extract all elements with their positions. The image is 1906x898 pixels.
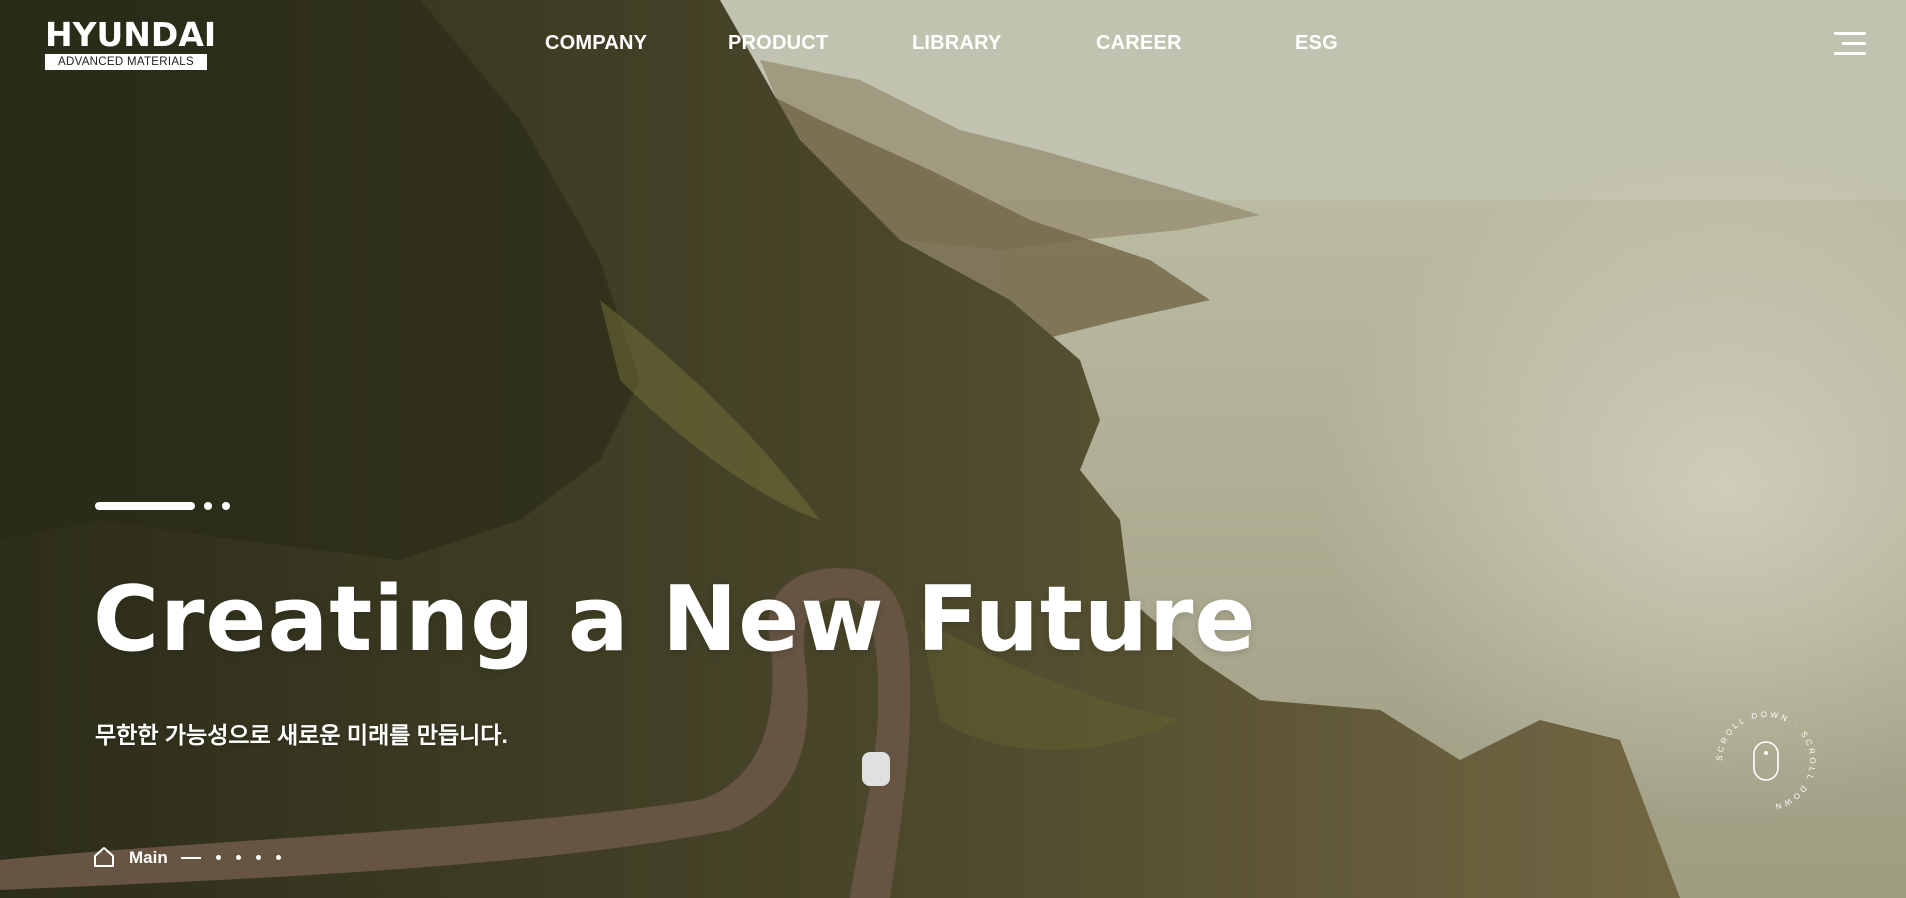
nav-item-esg[interactable]: ESG: [1295, 32, 1338, 55]
company-logo[interactable]: HYUNDAI ADVANCED MATERIALS: [45, 15, 217, 70]
section-dot[interactable]: [216, 855, 221, 860]
slide-indicator-active[interactable]: [95, 502, 195, 510]
section-dot[interactable]: [256, 855, 261, 860]
mouse-icon: [1753, 741, 1779, 781]
nav-item-career[interactable]: CAREER: [1096, 32, 1182, 55]
home-icon[interactable]: [93, 846, 115, 868]
section-dot[interactable]: [236, 855, 241, 860]
hero-headline: Creating a New Future: [93, 567, 1257, 672]
nav-item-company[interactable]: COMPANY: [545, 32, 647, 55]
scroll-down-indicator[interactable]: SCROLL DOWN · SCROLL DOWN: [1711, 706, 1821, 816]
hero-subtitle: 무한한 가능성으로 새로운 미래를 만듭니다.: [95, 722, 508, 748]
slide-indicator-dot[interactable]: [222, 502, 230, 510]
section-dot[interactable]: [276, 855, 281, 860]
nav-item-library[interactable]: LIBRARY: [912, 32, 1002, 55]
slide-indicator-dot[interactable]: [204, 502, 212, 510]
logo-subtitle: ADVANCED MATERIALS: [45, 54, 207, 70]
section-active-line: [181, 857, 201, 859]
nav-item-product[interactable]: PRODUCT: [728, 32, 828, 55]
hero-background-image: [0, 0, 1906, 898]
scroll-down-text: SCROLL DOWN · SCROLL DOWN: [1715, 710, 1817, 812]
logo-wordmark: HYUNDAI: [45, 15, 217, 54]
hero-section: HYUNDAI ADVANCED MATERIALS COMPANY PRODU…: [0, 0, 1906, 898]
site-header: HYUNDAI ADVANCED MATERIALS COMPANY PRODU…: [0, 0, 1906, 90]
section-label-main[interactable]: Main: [129, 848, 168, 868]
hamburger-menu-icon[interactable]: [1834, 32, 1866, 56]
